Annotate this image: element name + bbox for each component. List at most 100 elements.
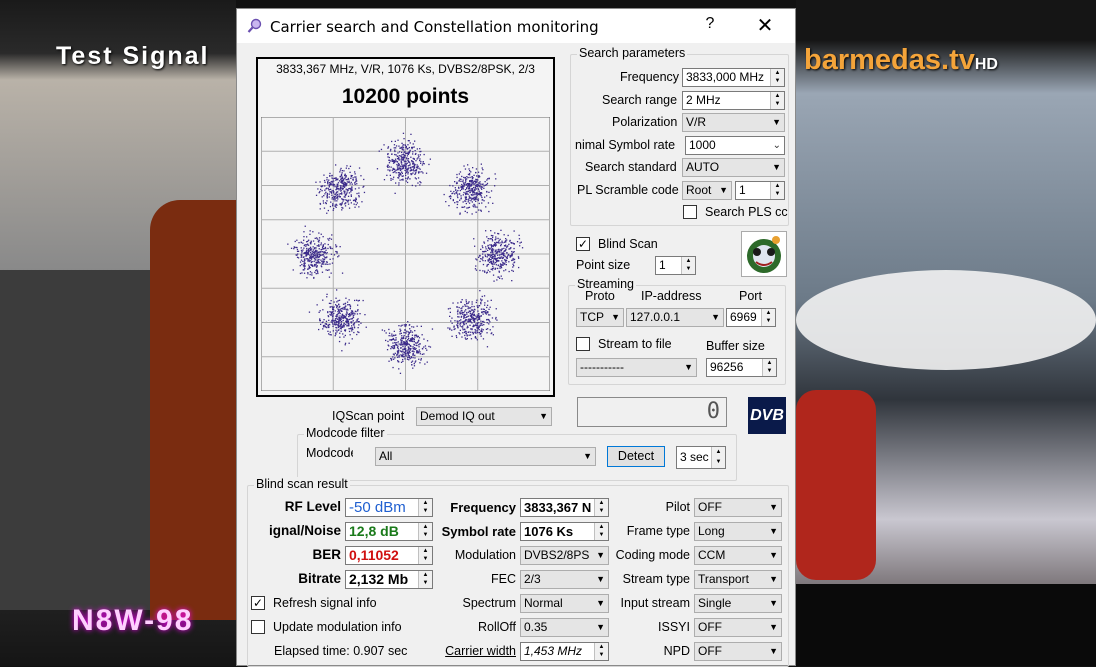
constellation-point bbox=[329, 258, 331, 260]
constellation-point bbox=[486, 322, 488, 324]
help-button[interactable]: ? bbox=[700, 15, 720, 35]
video-disc bbox=[796, 270, 1096, 370]
spectrum-select[interactable]: Normal ▼ bbox=[520, 594, 609, 613]
rf-level-spin-icon[interactable]: ▲ ▼ bbox=[418, 499, 432, 516]
pl-code-spin-icon[interactable]: ▲ ▼ bbox=[770, 182, 784, 199]
constellation-point bbox=[419, 184, 421, 186]
search-range-spin-icon[interactable]: ▲ ▼ bbox=[770, 92, 784, 109]
constellation-point bbox=[417, 335, 419, 337]
constellation-point bbox=[300, 249, 303, 252]
frequency-input[interactable]: 3833,000 MHz ▲ ▼ bbox=[682, 68, 785, 87]
satellite-dish-icon[interactable] bbox=[741, 231, 787, 277]
constellation-point bbox=[343, 190, 345, 192]
constellation-point bbox=[401, 179, 403, 181]
point-size-input[interactable]: 1 ▲ ▼ bbox=[655, 256, 696, 275]
constellation-point bbox=[324, 193, 326, 195]
constellation-point bbox=[505, 261, 507, 263]
title-bar[interactable]: Carrier search and Constellation monitor… bbox=[237, 9, 795, 43]
constellation-plot[interactable]: 3833,367 MHz, V/R, 1076 Ks, DVBS2/8PSK, … bbox=[256, 57, 555, 397]
bitrate-spin-icon[interactable]: ▲ ▼ bbox=[418, 571, 432, 588]
modcode-select[interactable]: All ▼ bbox=[375, 447, 596, 466]
constellation-point bbox=[484, 181, 486, 183]
carrier-width-spin-icon[interactable]: ▲ ▼ bbox=[594, 643, 608, 660]
constellation-point bbox=[315, 254, 317, 256]
constellation-point bbox=[408, 332, 410, 334]
constellation-point bbox=[412, 350, 414, 352]
iq-scan-select[interactable]: Demod IQ out ▼ bbox=[416, 407, 552, 426]
modcode-value: All bbox=[379, 449, 393, 463]
constellation-point bbox=[464, 310, 466, 312]
constellation-point bbox=[402, 165, 404, 167]
constellation-point bbox=[492, 274, 495, 276]
constellation-point bbox=[331, 305, 333, 308]
update-modulation-checkbox[interactable] bbox=[251, 620, 265, 634]
rolloff-select[interactable]: 0.35 ▼ bbox=[520, 618, 609, 637]
frequency-spin-icon[interactable]: ▲ ▼ bbox=[770, 69, 784, 86]
pilot-select[interactable]: OFF ▼ bbox=[694, 498, 782, 517]
search-standard-select[interactable]: AUTO ▼ bbox=[682, 158, 785, 177]
proto-select[interactable]: TCP ▼ bbox=[576, 308, 624, 327]
port-value: 6969 bbox=[730, 310, 757, 324]
constellation-point bbox=[326, 195, 328, 197]
constellation-point bbox=[346, 181, 348, 183]
constellation-point bbox=[331, 184, 333, 186]
constellation-point bbox=[402, 345, 404, 348]
port-input[interactable]: 6969 ▲ ▼ bbox=[726, 308, 776, 327]
stream-to-file-checkbox[interactable] bbox=[576, 337, 590, 351]
search-pls-checkbox[interactable] bbox=[683, 205, 697, 219]
pl-code-input[interactable]: 1 ▲ ▼ bbox=[735, 181, 785, 200]
frame-type-select[interactable]: Long ▼ bbox=[694, 522, 782, 541]
constellation-point bbox=[481, 328, 483, 330]
blind-scan-checkbox[interactable]: ✓ bbox=[576, 237, 590, 251]
issyi-select[interactable]: OFF ▼ bbox=[694, 618, 782, 637]
signal-noise-spin-icon[interactable]: ▲ ▼ bbox=[418, 523, 432, 540]
constellation-point bbox=[518, 238, 521, 240]
constellation-point bbox=[405, 354, 407, 356]
stream-file-select[interactable]: ----------- ▼ bbox=[576, 358, 697, 377]
constellation-point bbox=[400, 157, 403, 159]
constellation-point bbox=[489, 254, 491, 256]
modulation-select[interactable]: DVBS2/8PS ▼ bbox=[520, 546, 609, 565]
detect-button[interactable]: Detect bbox=[607, 446, 665, 467]
min-symbol-rate-select[interactable]: 1000 ⌄ bbox=[685, 136, 785, 155]
constellation-point bbox=[333, 207, 335, 210]
ber-spin-icon[interactable]: ▲ ▼ bbox=[418, 547, 432, 564]
point-size-spin-icon[interactable]: ▲ ▼ bbox=[681, 257, 695, 274]
constellation-point bbox=[394, 352, 396, 354]
constellation-point bbox=[321, 321, 323, 324]
constellation-point bbox=[303, 261, 305, 263]
constellation-point bbox=[406, 330, 408, 332]
buffer-size-input[interactable]: 96256 ▲ ▼ bbox=[706, 358, 777, 377]
constellation-point bbox=[341, 192, 343, 194]
constellation-point bbox=[293, 246, 295, 248]
search-range-input[interactable]: 2 MHz ▲ ▼ bbox=[682, 91, 785, 110]
symbol-rate-spin-icon[interactable]: ▲ ▼ bbox=[594, 523, 608, 540]
constellation-point bbox=[310, 261, 312, 264]
constellation-point bbox=[492, 252, 494, 254]
constellation-point bbox=[489, 314, 491, 316]
seconds-spin-icon[interactable]: ▲ ▼ bbox=[711, 447, 725, 468]
port-spin-icon[interactable]: ▲ ▼ bbox=[761, 309, 775, 326]
carrier-width-label[interactable]: Carrier width bbox=[437, 644, 516, 658]
refresh-signal-checkbox[interactable]: ✓ bbox=[251, 596, 265, 610]
pl-mode-select[interactable]: Root ▼ bbox=[682, 181, 732, 200]
constellation-point bbox=[481, 167, 483, 169]
constellation-point bbox=[410, 168, 412, 170]
npd-select[interactable]: OFF ▼ bbox=[694, 642, 782, 661]
buffer-size-spin-icon[interactable]: ▲ ▼ bbox=[762, 359, 776, 376]
ip-address-select[interactable]: 127.0.0.1 ▼ bbox=[626, 308, 724, 327]
constellation-point bbox=[477, 198, 480, 200]
close-button[interactable]: ✕ bbox=[754, 13, 776, 37]
result-frequency-spin-icon[interactable]: ▲ ▼ bbox=[594, 499, 608, 516]
constellation-point bbox=[489, 196, 491, 199]
constellation-point bbox=[328, 186, 330, 188]
stream-type-select[interactable]: Transport ▼ bbox=[694, 570, 782, 589]
seconds-input[interactable]: 3 sec ▲ ▼ bbox=[676, 446, 726, 469]
coding-mode-select[interactable]: CCM ▼ bbox=[694, 546, 782, 565]
constellation-point bbox=[327, 269, 329, 271]
fec-select[interactable]: 2/3 ▼ bbox=[520, 570, 609, 589]
constellation-point bbox=[466, 313, 468, 315]
polarization-select[interactable]: V/R ▼ bbox=[682, 113, 785, 132]
constellation-point bbox=[477, 171, 480, 173]
input-stream-select[interactable]: Single ▼ bbox=[694, 594, 782, 613]
